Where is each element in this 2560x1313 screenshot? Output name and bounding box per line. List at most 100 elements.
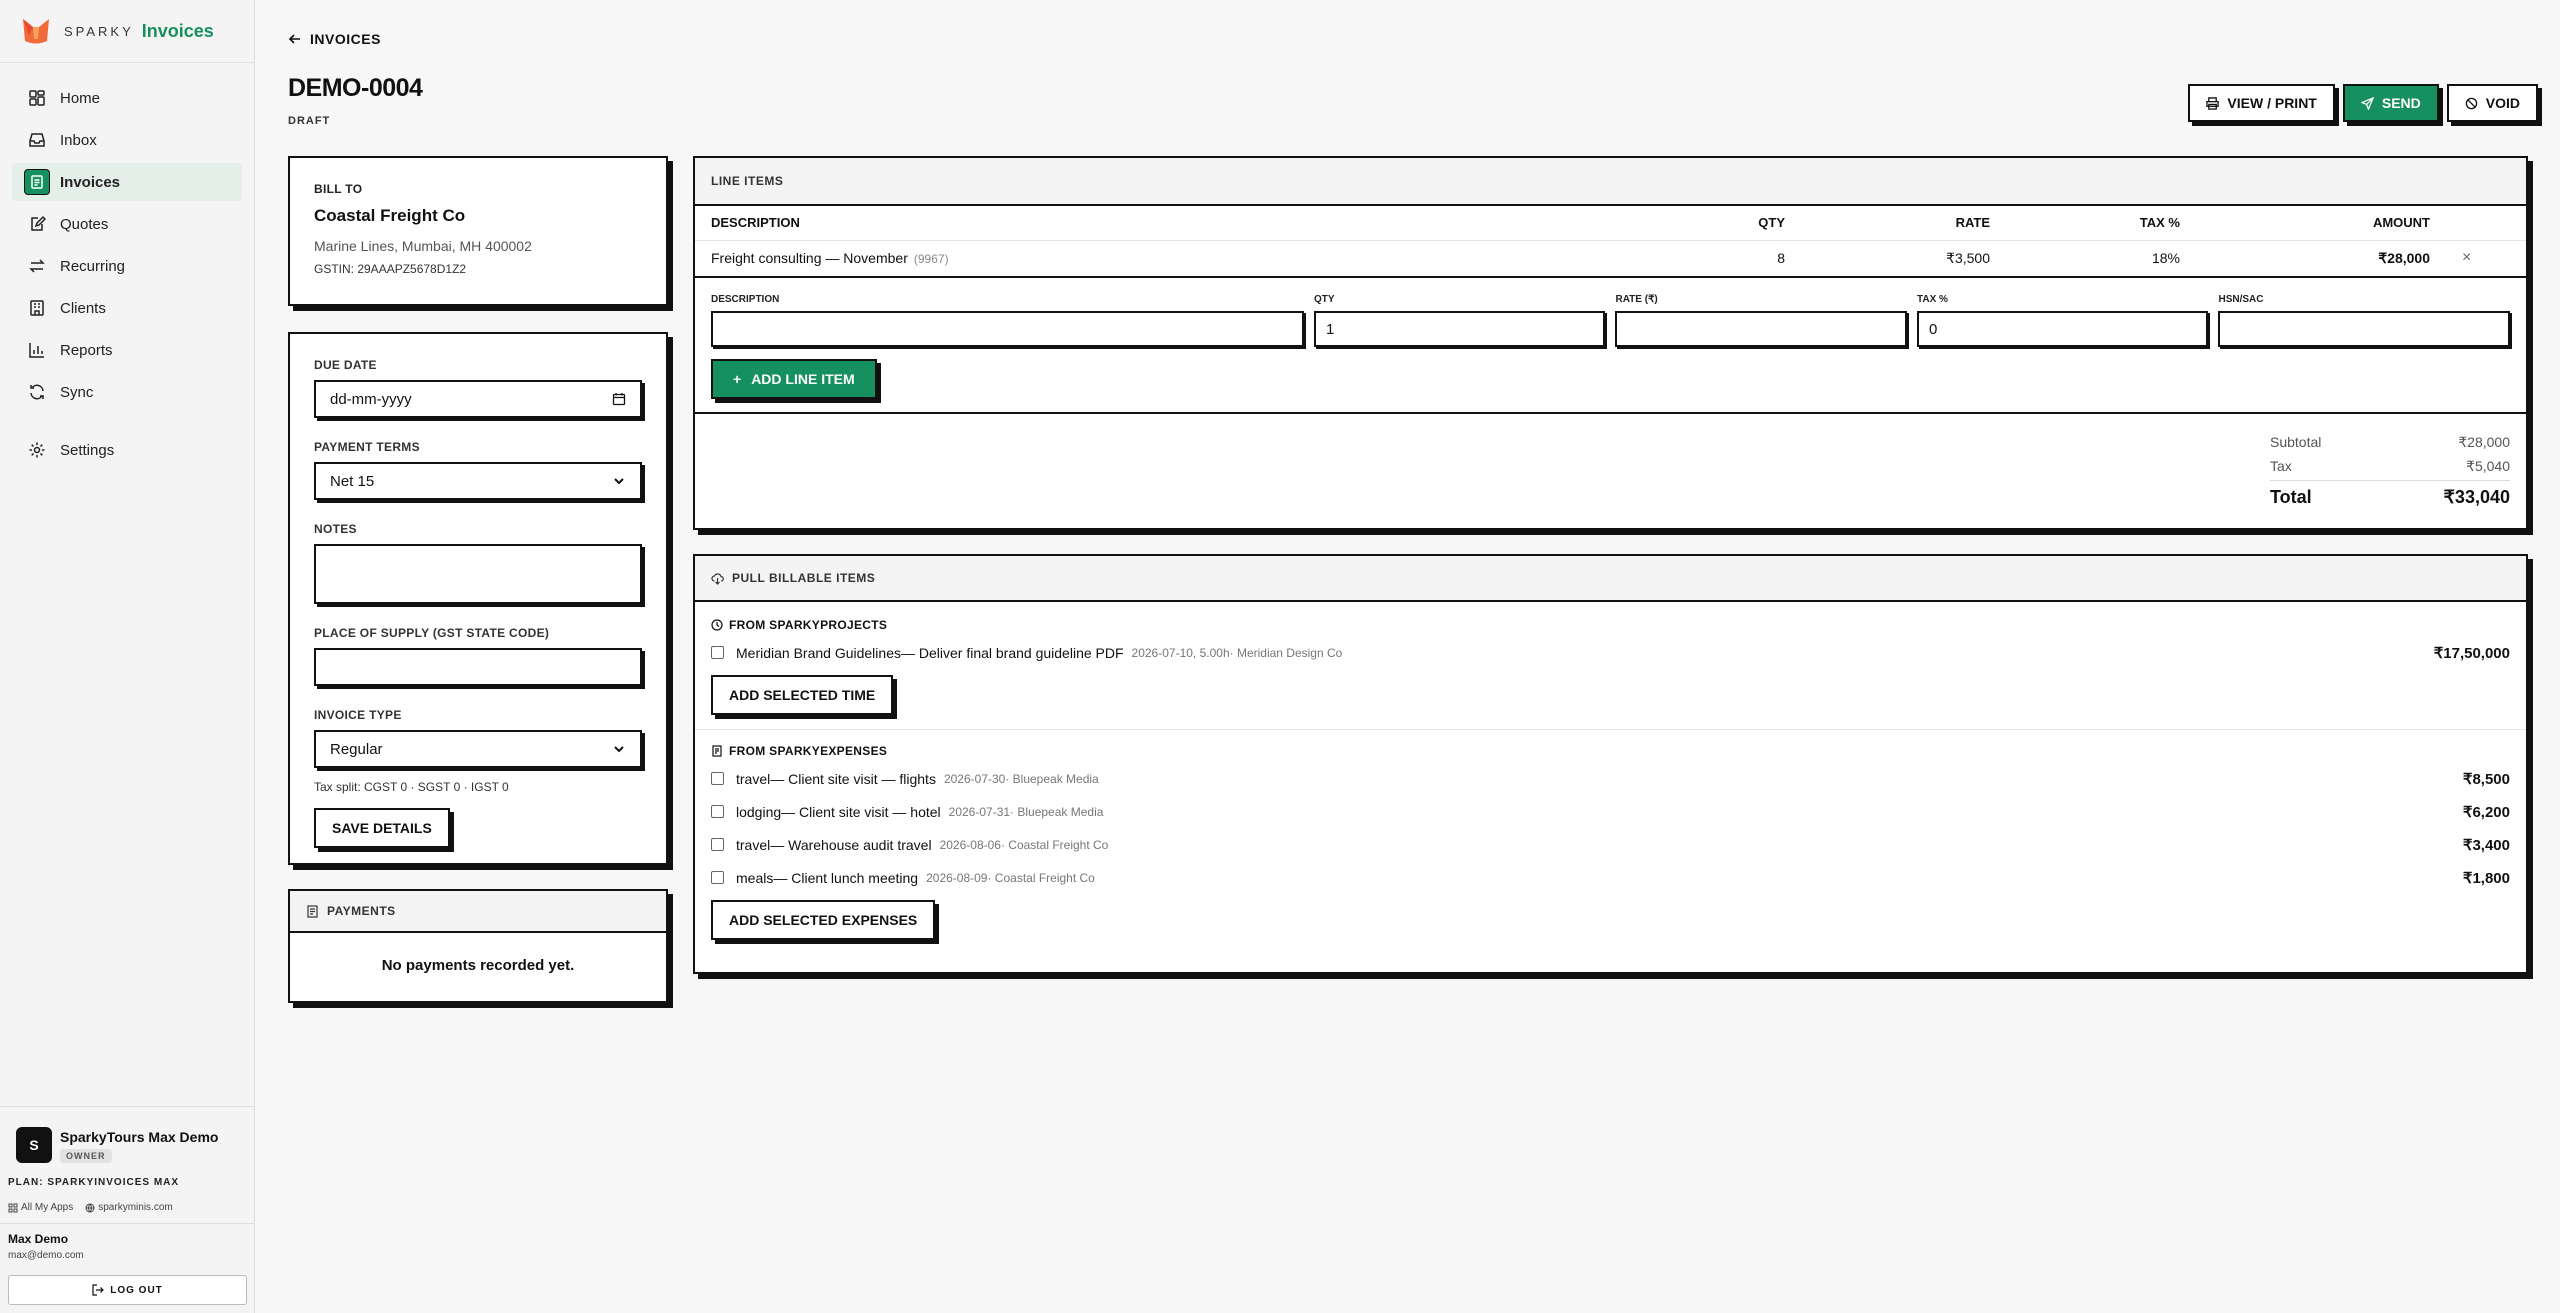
client-gstin: GSTIN: 29AAAPZ5678D1Z2 — [314, 262, 467, 276]
line-rate: ₹3,500 — [1946, 249, 1990, 266]
sidebar-item-label: Inbox — [60, 131, 97, 149]
sidebar-item-reports[interactable]: Reports — [12, 331, 242, 369]
projects-actions: ADD SELECTED TIME — [695, 669, 2526, 715]
add-selected-time-button[interactable]: ADD SELECTED TIME — [711, 675, 894, 715]
col-actions — [2446, 206, 2526, 241]
main-content: INVOICES DEMO-0004 DRAFT VIEW / PRINT SE… — [256, 0, 2560, 1313]
line-description: Freight consulting — November — [711, 250, 908, 267]
select-checkbox[interactable] — [711, 772, 724, 785]
add-tax-input[interactable]: 0 — [1916, 311, 2209, 347]
tax-value: ₹5,040 — [2466, 457, 2510, 474]
col-qty: QTY — [1681, 206, 1801, 241]
expenses-list: travel— Client site visit — flights 2026… — [695, 762, 2526, 894]
payments-card: PAYMENTS No payments recorded yet. — [288, 889, 668, 1003]
user-name: Max Demo — [8, 1232, 69, 1246]
add-rate-col: RATE (₹) — [1615, 294, 1907, 347]
line-description-cell: Freight consulting — November (9967) — [695, 240, 1681, 276]
billable-item-amount: ₹6,200 — [2462, 803, 2510, 821]
sidebar-item-label: Sync — [60, 383, 94, 401]
org-role-badge: OWNER — [60, 1149, 112, 1163]
table-row: Freight consulting — November (9967) 8 ₹3… — [695, 240, 2526, 276]
save-details-button[interactable]: SAVE DETAILS — [314, 808, 450, 848]
billable-item-label: meals— Client lunch meeting — [736, 869, 919, 886]
invoice-type-value: Regular — [330, 740, 383, 758]
sidebar-item-recurring[interactable]: Recurring — [12, 247, 242, 285]
notes-textarea[interactable] — [314, 544, 642, 604]
billable-item-label: travel— Warehouse audit travel — [736, 836, 932, 853]
sidebar-item-sync[interactable]: Sync — [12, 373, 242, 411]
total-label: Total — [2270, 487, 2312, 507]
clock-icon — [711, 619, 723, 631]
logout-button[interactable]: LOG OUT — [8, 1275, 247, 1305]
globe-icon — [85, 1203, 95, 1213]
place-of-supply-input[interactable] — [314, 648, 642, 686]
billable-item-meta: 2026-07-30· Bluepeak Media — [943, 771, 1099, 786]
brand[interactable]: SPARKY Invoices — [0, 0, 254, 63]
tax-row: Tax ₹5,040 — [2270, 454, 2510, 478]
select-checkbox[interactable] — [711, 838, 724, 851]
logout-label: LOG OUT — [110, 1284, 163, 1296]
back-to-invoices-link[interactable]: INVOICES — [288, 31, 381, 47]
select-checkbox[interactable] — [711, 871, 724, 884]
billable-item-amount: ₹8,500 — [2462, 770, 2510, 788]
due-date-placeholder: dd-mm-yyyy — [330, 390, 412, 408]
add-hsn-input[interactable] — [2218, 311, 2510, 347]
clients-icon — [30, 300, 44, 316]
table-header-row: DESCRIPTION QTY RATE TAX % AMOUNT — [695, 206, 2526, 241]
line-amount: ₹28,000 — [2378, 249, 2430, 266]
sidebar-item-settings[interactable]: Settings — [12, 431, 242, 469]
subtotal-label: Subtotal — [2270, 434, 2322, 450]
list-item: meals— Client lunch meeting 2026-08-09· … — [695, 861, 2526, 894]
inbox-icon — [29, 133, 45, 147]
line-items-header: LINE ITEMS — [695, 158, 2526, 206]
send-label: SEND — [2381, 95, 2421, 111]
sidebar: SPARKY Invoices Home Inbox Invoices Quot… — [0, 0, 255, 1313]
add-line-item-button[interactable]: + ADD LINE ITEM — [711, 359, 877, 399]
void-button[interactable]: VOID — [2446, 84, 2538, 122]
all-apps-link[interactable]: All My Apps — [8, 1202, 73, 1213]
totals: Subtotal ₹28,000 Tax ₹5,040 Total ₹33,04… — [2270, 430, 2510, 514]
add-qty-input[interactable]: 1 — [1313, 311, 1606, 347]
add-selected-expenses-button[interactable]: ADD SELECTED EXPENSES — [711, 900, 936, 940]
select-checkbox[interactable] — [711, 646, 724, 659]
sidebar-item-invoices[interactable]: Invoices — [12, 163, 242, 201]
invoice-type-select[interactable]: Regular — [314, 730, 642, 768]
add-rate-label: RATE (₹) — [1615, 294, 1658, 305]
sidebar-item-label: Home — [60, 89, 101, 107]
quote-icon — [31, 215, 46, 231]
sidebar-item-label: Quotes — [60, 215, 109, 233]
send-button[interactable]: SEND — [2342, 84, 2439, 122]
list-item: travel— Warehouse audit travel 2026-08-0… — [695, 828, 2526, 861]
org-switcher[interactable]: S SparkyTours Max Demo OWNER — [0, 1107, 255, 1173]
sidebar-item-inbox[interactable]: Inbox — [12, 121, 242, 159]
remove-line-icon[interactable]: × — [2446, 240, 2526, 276]
org-name: SparkyTours Max Demo — [60, 1129, 219, 1145]
billable-item-amount: ₹1,800 — [2462, 869, 2510, 887]
invoice-actions: VIEW / PRINT SEND VOID — [2188, 84, 2538, 122]
calendar-icon[interactable] — [612, 392, 626, 406]
payment-terms-select[interactable]: Net 15 — [314, 462, 642, 500]
col-rate: RATE — [1801, 206, 2006, 241]
page-title: DEMO-0004 — [288, 74, 423, 102]
add-description-input[interactable] — [711, 311, 1304, 347]
sidebar-footer: S SparkyTours Max Demo OWNER PLAN: SPARK… — [0, 1106, 255, 1313]
cloud-download-icon — [711, 572, 724, 585]
add-rate-input[interactable] — [1615, 311, 1907, 347]
sidebar-item-clients[interactable]: Clients — [12, 289, 242, 327]
total-row: Total ₹33,040 — [2270, 480, 2510, 514]
void-label: VOID — [2485, 95, 2520, 111]
select-checkbox[interactable] — [711, 805, 724, 818]
payments-empty-text: No payments recorded yet. — [381, 957, 575, 974]
site-link[interactable]: sparkyminis.com — [85, 1202, 173, 1213]
sidebar-item-home[interactable]: Home — [12, 79, 242, 117]
add-hsn-col: HSN/SAC — [2218, 294, 2510, 347]
view-print-button[interactable]: VIEW / PRINT — [2188, 84, 2335, 122]
due-date-input[interactable]: dd-mm-yyyy — [314, 380, 642, 418]
logout-icon — [92, 1284, 105, 1296]
subtotal-row: Subtotal ₹28,000 — [2270, 430, 2510, 454]
brand-sparky: SPARKY — [64, 23, 134, 39]
sidebar-item-quotes[interactable]: Quotes — [12, 205, 242, 243]
billable-item-label: lodging— Client site visit — hotel — [736, 803, 941, 820]
home-icon — [29, 90, 45, 106]
tax-split-text: Tax split: CGST 0 · SGST 0 · IGST 0 — [314, 780, 509, 794]
